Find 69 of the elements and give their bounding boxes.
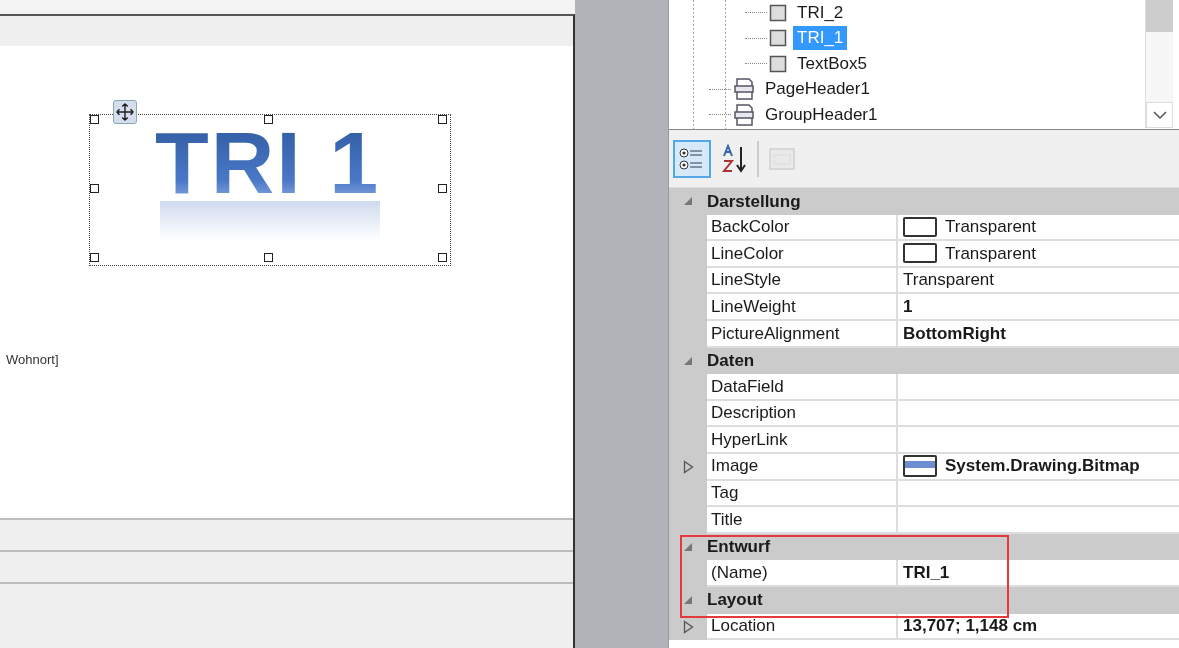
expand-icon[interactable] (682, 619, 694, 634)
collapse-icon[interactable] (683, 355, 693, 366)
tree-item[interactable]: TextBox5 (793, 51, 871, 76)
property-value[interactable]: BottomRight (898, 320, 1179, 348)
sort-icon (720, 143, 748, 174)
property-name[interactable]: HyperLink (707, 427, 898, 454)
property-name[interactable]: Image (707, 453, 898, 481)
color-swatch (903, 243, 937, 264)
category-title: Daten (707, 350, 755, 373)
resize-handle[interactable] (264, 253, 273, 262)
categorized-button[interactable] (673, 139, 711, 178)
property-value[interactable]: TRI_1 (898, 560, 1179, 587)
value-text: Transparent (945, 242, 1037, 265)
property-value[interactable]: Transparent (898, 214, 1179, 242)
resize-handle[interactable] (438, 115, 447, 124)
collapse-icon[interactable] (683, 595, 693, 606)
property-name[interactable]: DataField (707, 374, 898, 401)
value-text: System.Drawing.Bitmap (945, 455, 1140, 478)
resize-handle[interactable] (90, 253, 99, 262)
property-name[interactable]: LineColor (707, 241, 898, 268)
category-title: Entwurf (707, 536, 771, 559)
property-name[interactable]: (Name) (707, 560, 898, 587)
collapse-icon[interactable] (683, 196, 693, 207)
value-text: 13,707; 1,148 cm (903, 615, 1038, 638)
collapse-icon[interactable] (683, 542, 693, 552)
value-text: TRI_1 (903, 561, 950, 584)
move-icon[interactable] (113, 100, 137, 124)
tree-item[interactable]: GroupHeader1 (761, 102, 882, 127)
property-name[interactable]: BackColor (707, 214, 898, 242)
thumbnail-icon (903, 455, 937, 478)
control-icon (769, 3, 787, 22)
property-name[interactable]: Tag (707, 480, 898, 508)
resize-handle[interactable] (438, 253, 447, 262)
value-text: Transparent (903, 269, 995, 292)
category-row[interactable]: Darstellung (669, 188, 1179, 215)
resize-handle[interactable] (264, 115, 273, 124)
category-row[interactable]: Daten (669, 347, 1179, 375)
section-icon (733, 77, 755, 102)
value-text: 1 (903, 295, 913, 318)
property-name[interactable]: PictureAlignment (707, 320, 898, 348)
field-label: Wohnort] (6, 351, 59, 369)
chevron-down-icon[interactable] (1152, 111, 1167, 119)
resize-handle[interactable] (90, 115, 99, 124)
control-icon (769, 54, 787, 73)
property-name[interactable]: Description (707, 400, 898, 428)
property-value[interactable]: 1 (898, 294, 1179, 321)
expand-icon[interactable] (682, 460, 694, 475)
image-control[interactable]: TRI 1 (89, 114, 451, 266)
property-value[interactable]: System.Drawing.Bitmap (898, 453, 1179, 481)
control-icon (769, 29, 787, 48)
property-name[interactable]: LineWeight (707, 294, 898, 321)
category-title: Darstellung (707, 190, 801, 213)
property-value[interactable]: Transparent (898, 241, 1179, 268)
scrollbar[interactable] (1145, 0, 1173, 128)
value-text: Transparent (945, 216, 1037, 239)
category-title: Layout (707, 589, 763, 612)
property-name[interactable]: Title (707, 507, 898, 534)
category-row[interactable]: Layout (669, 586, 1179, 614)
value-text: BottomRight (903, 322, 1006, 345)
resize-handle[interactable] (438, 184, 447, 193)
property-pages-icon (768, 145, 796, 172)
section-icon (733, 102, 755, 127)
tree-item[interactable]: TRI_2 (793, 0, 848, 25)
tree-item[interactable]: PageHeader1 (761, 77, 874, 102)
property-value[interactable]: Transparent (898, 267, 1179, 295)
scrollbar-thumb[interactable] (1146, 0, 1173, 32)
property-name[interactable]: LineStyle (707, 267, 898, 295)
color-swatch (903, 216, 937, 237)
resize-handle[interactable] (90, 184, 99, 193)
